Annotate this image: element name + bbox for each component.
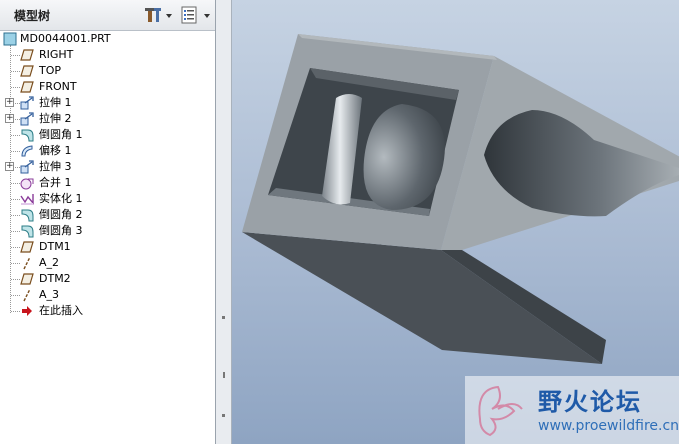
tree-item[interactable]: + 拉伸 1 [0, 95, 214, 111]
round-icon [20, 208, 34, 222]
tree-branch-line [11, 311, 20, 312]
splitter-grip [222, 316, 225, 319]
tree-root-item[interactable]: MD0044001.PRT [0, 31, 214, 47]
tree-item[interactable]: DTM1 [0, 239, 214, 255]
datum-plane-icon [20, 48, 34, 62]
tree-item-label: 拉伸 1 [39, 96, 72, 109]
solidify-icon [20, 192, 34, 206]
tree-item-label: DTM2 [39, 272, 71, 285]
tree-item[interactable]: RIGHT [0, 47, 214, 63]
tree-branch-line [11, 135, 20, 136]
tree-branch-line [11, 231, 20, 232]
insert-here-arrow-icon [20, 304, 34, 318]
extrude-icon [20, 96, 34, 110]
tree-root-label: MD0044001.PRT [20, 32, 111, 45]
tree-item-label: 倒圆角 2 [39, 208, 83, 221]
tree-item[interactable]: 偏移 1 [0, 143, 214, 159]
tree-branch-line [11, 71, 20, 72]
tree-item-label: 合并 1 [39, 176, 72, 189]
tree-branch-line [11, 295, 20, 296]
tree-item-label: 偏移 1 [39, 144, 72, 157]
offset-icon [20, 144, 34, 158]
watermark-url: www.proewildfire.cn [538, 418, 679, 434]
watermark-text: 野火论坛 [538, 388, 642, 416]
part-icon [3, 32, 17, 46]
extrude-icon [20, 112, 34, 126]
expand-plus-icon[interactable]: + [5, 114, 14, 123]
tools-icon [145, 8, 172, 22]
model-tree-panel: 模型树 MD0044001.PRT RIGHT TOP FRONT + 拉伸 1… [0, 0, 216, 444]
extrude-icon [20, 160, 34, 174]
tree-show-button[interactable] [180, 5, 212, 25]
tree-item-label: 拉伸 3 [39, 160, 72, 173]
tree-item-label: 倒圆角 1 [39, 128, 83, 141]
tree-item-label: RIGHT [39, 48, 74, 61]
tree-branch-line [11, 199, 20, 200]
tree-item-label: FRONT [39, 80, 77, 93]
tree-branch-line [11, 215, 20, 216]
tree-item-label: DTM1 [39, 240, 71, 253]
tree-item-label: TOP [39, 64, 62, 77]
tree-item-label: 在此插入 [39, 304, 83, 317]
tree-item[interactable]: 倒圆角 3 [0, 223, 214, 239]
datum-axis-icon [20, 288, 34, 302]
tree-branch-line [11, 247, 20, 248]
tree-branch-line [11, 151, 20, 152]
tree-item-label: A_3 [39, 288, 60, 301]
tree-item[interactable]: + 拉伸 2 [0, 111, 214, 127]
tree-item[interactable]: 合并 1 [0, 175, 214, 191]
tree-item[interactable]: 实体化 1 [0, 191, 214, 207]
tree-item[interactable]: A_2 [0, 255, 214, 271]
splitter-grip-2 [223, 372, 225, 378]
datum-plane-icon [20, 64, 34, 78]
tree-item[interactable]: A_3 [0, 287, 214, 303]
tree-branch-line [11, 279, 20, 280]
datum-axis-icon [20, 256, 34, 270]
list-icon [181, 6, 210, 24]
tree-item-label: 倒圆角 3 [39, 224, 83, 237]
datum-plane-icon [20, 272, 34, 286]
expand-plus-icon[interactable]: + [5, 98, 14, 107]
datum-plane-icon [20, 80, 34, 94]
expand-plus-icon[interactable]: + [5, 162, 14, 171]
tree-item[interactable]: + 拉伸 3 [0, 159, 214, 175]
tree-item-label: 实体化 1 [39, 192, 83, 205]
tree-item-label: A_2 [39, 256, 60, 269]
tree-item-label: 拉伸 2 [39, 112, 72, 125]
tree-item[interactable]: FRONT [0, 79, 214, 95]
tree-branch-line [11, 183, 20, 184]
model-tree-header: 模型树 [0, 0, 215, 31]
splitter-grip-3 [222, 414, 225, 417]
tree-item[interactable]: TOP [0, 63, 214, 79]
tree-item[interactable]: 在此插入 [0, 303, 214, 319]
panel-splitter[interactable] [216, 0, 232, 444]
round-icon [20, 224, 34, 238]
round-icon [20, 128, 34, 142]
merge-icon [20, 176, 34, 190]
datum-plane-icon [20, 240, 34, 254]
tree-settings-button[interactable] [144, 5, 174, 25]
tree-item[interactable]: DTM2 [0, 271, 214, 287]
tree-branch-line [11, 263, 20, 264]
model-tree-title: 模型树 [14, 9, 51, 23]
tree-branch-line [11, 87, 20, 88]
tree-item[interactable]: 倒圆角 1 [0, 127, 214, 143]
model-bottom-face [242, 232, 602, 364]
watermark-logo [478, 385, 523, 437]
tree-item[interactable]: 倒圆角 2 [0, 207, 214, 223]
tree-branch-line [11, 55, 20, 56]
